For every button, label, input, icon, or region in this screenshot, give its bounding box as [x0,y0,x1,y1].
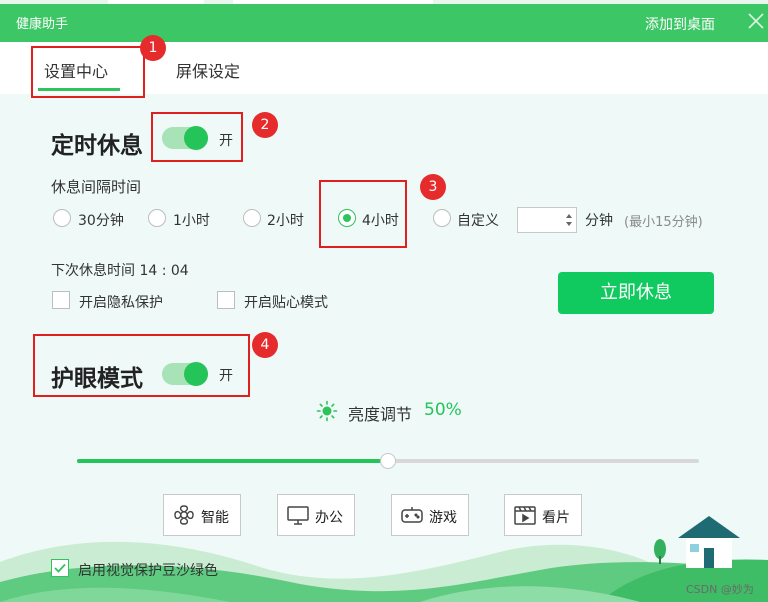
radio-custom[interactable] [433,209,451,227]
annotation-box-4 [33,334,250,397]
annotation-number-1: 1 [140,35,166,61]
landscape-illustration [0,516,768,602]
rest-section-title: 定时休息 [51,133,143,159]
radio-2hour-label: 2小时 [267,213,304,229]
stepper-arrows-icon[interactable] [564,210,574,230]
app-title: 健康助手 [16,17,69,32]
monitor-icon [287,506,309,525]
mode-movie-label: 看片 [542,510,570,526]
mode-office-button[interactable]: 办公 [277,494,355,536]
intimate-label: 开启贴心模式 [244,295,328,311]
top-strip-segment [233,0,433,4]
brightness-value: 50% [424,400,462,420]
brightness-icon [316,400,338,422]
custom-minutes-stepper[interactable] [517,207,577,233]
mode-movie-button[interactable]: 看片 [504,494,582,536]
intimate-checkbox[interactable] [217,291,235,309]
film-icon [514,506,536,525]
app-window: 健康助手 添加到桌面 设置中心 屏保设定 定时休息 开 休息间隔时间 30分钟 … [0,0,768,602]
radio-custom-label: 自定义 [457,213,499,229]
annotation-box-1 [31,46,145,98]
annotation-box-2 [151,112,243,162]
annotation-number-3: 3 [420,174,446,200]
eye-color-checkbox[interactable] [51,559,69,577]
mode-office-label: 办公 [315,510,343,526]
annotation-box-3 [319,180,407,248]
top-strip [0,0,768,4]
close-icon[interactable] [744,9,768,33]
interval-label: 休息间隔时间 [51,178,142,196]
mode-smart-label: 智能 [201,510,229,526]
annotation-number-2: 2 [252,112,278,138]
top-strip-segment [108,0,204,4]
add-to-desktop-link[interactable]: 添加到桌面 [645,14,715,34]
tab-screensaver[interactable]: 屏保设定 [176,58,240,82]
brightness-label: 亮度调节 [348,405,413,424]
custom-hint: (最小15分钟) [624,215,703,230]
mode-smart-button[interactable]: 智能 [163,494,241,536]
eye-color-label: 启用视觉保护豆沙绿色 [78,563,218,579]
radio-30min[interactable] [53,209,71,227]
custom-unit: 分钟 [585,213,613,229]
smart-icon [174,505,194,525]
radio-1hour-label: 1小时 [173,213,210,229]
checkmark-icon [54,563,66,573]
title-bar: 健康助手 添加到桌面 [0,0,768,42]
rest-now-button[interactable]: 立即休息 [558,272,714,314]
next-rest-time: 下次休息时间 14 : 04 [51,263,189,279]
radio-1hour[interactable] [148,209,166,227]
annotation-number-4: 4 [252,332,278,358]
gamepad-icon [401,507,423,523]
mode-game-label: 游戏 [429,510,457,526]
radio-30min-label: 30分钟 [78,213,124,229]
radio-2hour[interactable] [243,209,261,227]
mode-game-button[interactable]: 游戏 [391,494,469,536]
privacy-checkbox[interactable] [52,291,70,309]
brightness-slider-fill [77,459,388,463]
privacy-label: 开启隐私保护 [79,295,163,311]
brightness-slider-thumb[interactable] [380,453,396,469]
brightness-slider[interactable] [77,453,699,469]
watermark: CSDN @妙为 [686,583,754,596]
